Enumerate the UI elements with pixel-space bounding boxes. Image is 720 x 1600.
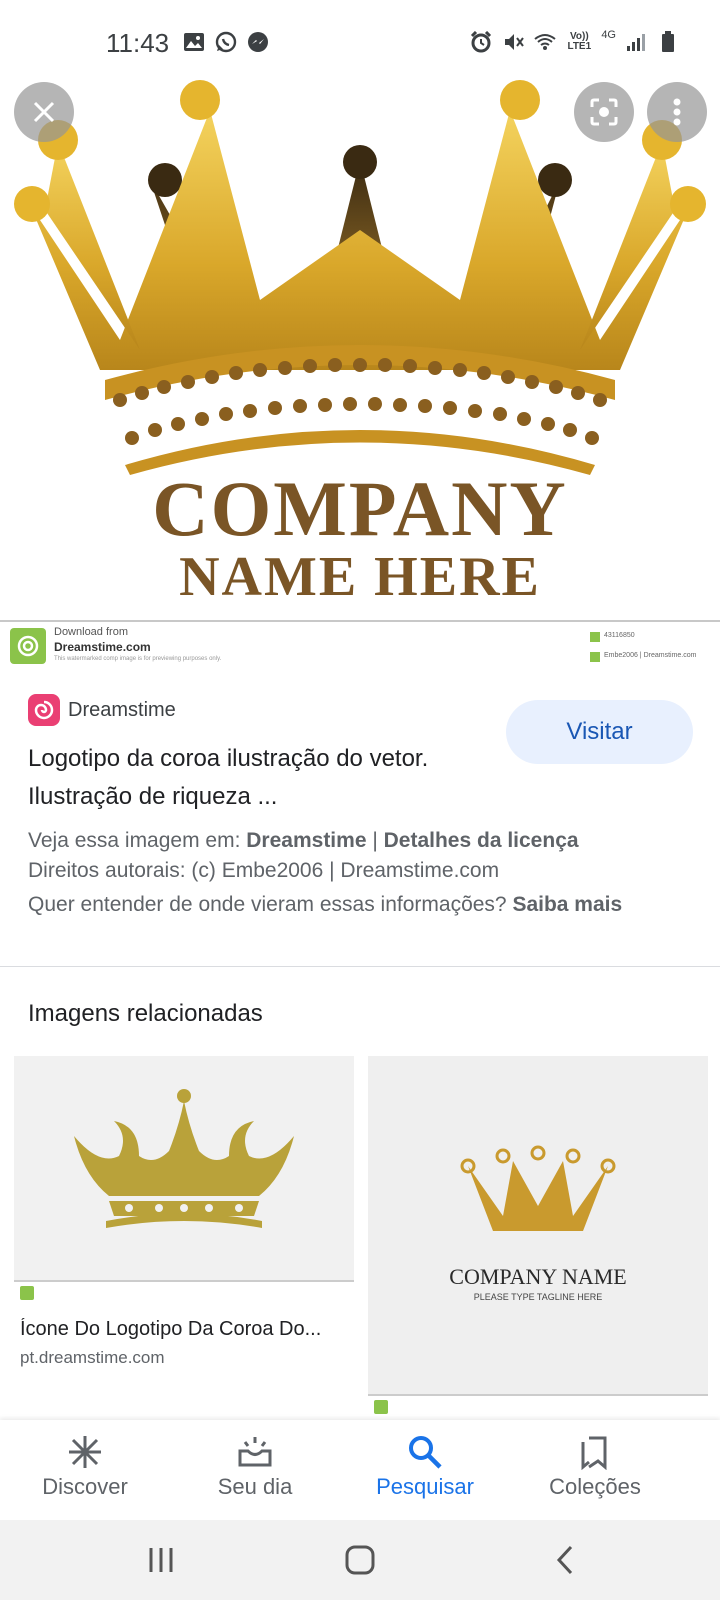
volte-indicator: Vo)) LTE1 — [565, 30, 593, 54]
crown-logo-image: COMPANY NAME HERE — [14, 80, 706, 608]
preview-image[interactable]: COMPANY NAME HERE Download from Dreamsti… — [0, 70, 720, 670]
name-here-text: NAME HERE — [179, 546, 541, 608]
nav-discover[interactable]: Discover — [0, 1420, 170, 1520]
info-question-line: Quer entender de onde vieram essas infor… — [28, 890, 688, 920]
back-icon — [556, 1545, 573, 1575]
status-time: 11:43 — [106, 28, 170, 58]
card-watermark-strip — [14, 1280, 354, 1306]
home-icon — [345, 1545, 375, 1575]
recent-apps-icon — [149, 1548, 173, 1572]
whatsapp-icon — [214, 30, 238, 54]
card-watermark-strip — [368, 1394, 708, 1420]
fleur-crown-image — [74, 1089, 294, 1228]
card-company-name: COMPANY NAME — [449, 1264, 626, 1289]
close-icon — [33, 101, 55, 123]
sunrise-icon — [238, 1437, 272, 1467]
signal-icon — [624, 30, 648, 54]
gallery-icon — [182, 30, 206, 54]
section-divider — [0, 966, 720, 967]
watermark-strip: Download from Dreamstime.com This waterm… — [0, 620, 720, 670]
battery-icon — [656, 30, 680, 54]
status-bar: 11:43 Vo)) LTE1 4G — [0, 0, 720, 80]
dreamstime-logo-icon — [28, 694, 60, 726]
nav-colecoes[interactable]: Coleções — [510, 1420, 680, 1520]
watermark-image-id: 43116850 — [604, 632, 635, 639]
home-button[interactable] — [340, 1540, 380, 1580]
license-link[interactable]: Detalhes da licença — [384, 829, 579, 852]
dreamstime-watermark-icon — [10, 628, 46, 664]
related-image-card[interactable] — [14, 1056, 354, 1306]
learn-more-link[interactable]: Saiba mais — [512, 893, 622, 916]
copyright-line: Direitos autorais: (c) Embe2006 | Dreams… — [28, 859, 500, 882]
watermark-credit-icon — [590, 652, 600, 662]
wifi-icon — [533, 30, 557, 54]
related-images-heading: Imagens relacionadas — [28, 1000, 263, 1027]
more-options-button[interactable] — [647, 82, 707, 142]
nav-label-discover: Discover — [42, 1474, 128, 1499]
related-image-card[interactable]: COMPANY NAME PLEASE TYPE TAGLINE HERE — [368, 1056, 708, 1420]
close-button[interactable] — [14, 82, 74, 142]
asterisk-icon — [69, 1436, 101, 1468]
gold-crown-image: COMPANY NAME PLEASE TYPE TAGLINE HERE — [449, 1145, 627, 1302]
see-image-line: Veja essa imagem em: Dreamstime | Detalh… — [28, 826, 688, 856]
back-button[interactable] — [545, 1540, 585, 1580]
bookmarks-icon — [581, 1436, 607, 1470]
nav-label-colecoes: Coleções — [549, 1474, 641, 1499]
lens-search-button[interactable] — [574, 82, 634, 142]
watermark-line1: Download from — [54, 626, 128, 638]
nav-pesquisar[interactable]: Pesquisar — [340, 1420, 510, 1520]
notification-icons — [182, 30, 270, 54]
recent-apps-button[interactable] — [141, 1540, 181, 1580]
nav-label-seu-dia: Seu dia — [217, 1474, 293, 1499]
watermark-line3: This watermarked comp image is for previ… — [54, 656, 222, 662]
lens-icon — [590, 98, 618, 126]
result-meta: Veja essa imagem em: Dreamstime | Detalh… — [28, 826, 688, 920]
source-name: Dreamstime — [68, 698, 176, 721]
see-image-prefix: Veja essa imagem em: — [28, 829, 247, 852]
system-status-icons: Vo)) LTE1 4G — [469, 30, 680, 54]
info-question: Quer entender de onde vieram essas infor… — [28, 893, 513, 916]
nav-seu-dia[interactable]: Seu dia — [170, 1420, 340, 1520]
lte-label: LTE1 — [567, 41, 592, 52]
related-card-domain: pt.dreamstime.com — [20, 1348, 165, 1367]
network-type: 4G — [601, 29, 616, 41]
nav-label-pesquisar: Pesquisar — [376, 1474, 474, 1499]
mute-icon — [501, 30, 525, 54]
source-row[interactable]: Dreamstime — [28, 694, 176, 726]
visit-button[interactable]: Visitar — [506, 700, 693, 764]
meta-separator: | — [366, 829, 384, 852]
alarm-icon — [469, 30, 493, 54]
see-image-link[interactable]: Dreamstime — [246, 829, 366, 852]
related-card-caption[interactable]: Ícone Do Logotipo Da Coroa Do... — [20, 1318, 350, 1341]
messenger-icon — [246, 30, 270, 54]
watermark-line2: Dreamstime.com — [54, 640, 151, 654]
system-navigation-bar — [0, 1520, 720, 1600]
watermark-id-icon — [590, 632, 600, 642]
company-text: COMPANY — [152, 465, 567, 552]
watermark-credit: Embe2006 | Dreamstime.com — [604, 652, 697, 659]
search-icon — [409, 1436, 442, 1469]
result-title[interactable]: Logotipo da coroa ilustração do vetor. I… — [28, 740, 468, 816]
bottom-navigation: Discover Seu dia Pesquisar Coleções — [0, 1420, 720, 1520]
more-vert-icon — [673, 98, 681, 126]
card-tagline: PLEASE TYPE TAGLINE HERE — [474, 1292, 603, 1302]
